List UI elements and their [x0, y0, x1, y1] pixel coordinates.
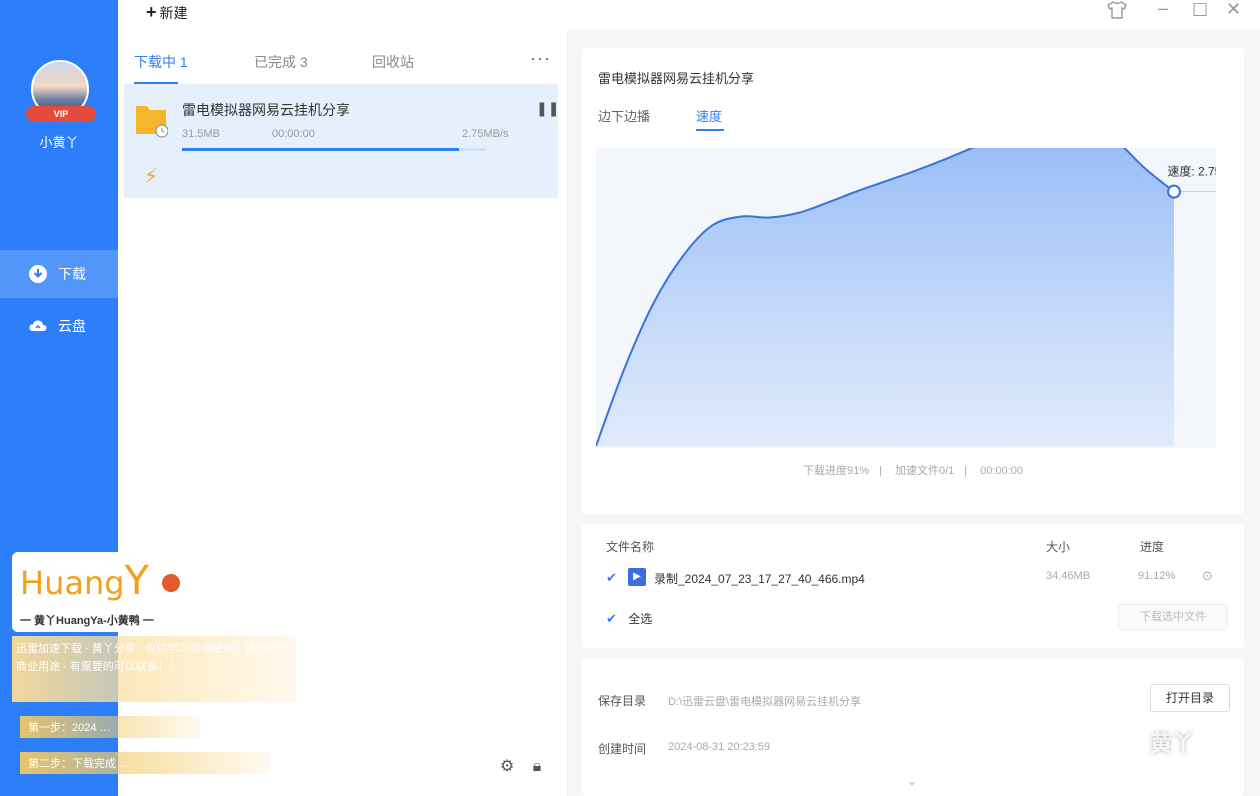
file-name: 录制_2024_07_23_17_27_40_466.mp4	[654, 572, 865, 586]
watermark-brand: HuangY	[20, 558, 149, 604]
task-progress-fill	[182, 148, 459, 151]
bolt-icon[interactable]: ⚡	[144, 164, 158, 189]
detail-panel: 雷电模拟器网易云挂机分享 边下边播 速度 速度: 2.75MB/s 下载进度91…	[568, 30, 1260, 796]
tab-completed[interactable]: 已完成 3	[254, 52, 308, 72]
chart-footer: 下载进度91% | 加速文件0/1 | 00:00:00	[803, 465, 1023, 477]
col-size: 大小	[1046, 540, 1071, 554]
cloud-icon	[29, 320, 47, 331]
file-list-card: 文件名称 大小 进度 ✔ ▶ 录制_2024_07_23_17_27_40_46…	[582, 524, 1244, 648]
speed-chart: 速度: 2.75MB/s	[596, 148, 1216, 448]
tab-speed[interactable]: 速度	[696, 106, 722, 125]
nav-download-label: 下载	[58, 266, 86, 282]
save-dir-label: 保存目录	[598, 694, 647, 708]
created-value: 2024-08-31 20:23:59	[668, 741, 771, 753]
task-downloaded: 31.5MB	[182, 128, 220, 140]
current-speed-label: 速度: 2.75MB/s	[1167, 164, 1216, 179]
detail-tab-underline	[696, 129, 724, 131]
footer-progress: 下载进度91%	[803, 465, 870, 477]
new-task-label: 新建	[159, 4, 188, 21]
lock-icon[interactable]: 🔒︎	[533, 758, 542, 775]
col-file-name: 文件名称	[606, 540, 655, 554]
open-dir-button[interactable]: 打开目录	[1150, 684, 1230, 712]
task-name: 雷电模拟器网易云挂机分享	[182, 102, 350, 118]
footer-accelerated: 加速文件0/1	[894, 465, 955, 477]
created-label: 创建时间	[598, 742, 647, 756]
tab-play-while-downloading[interactable]: 边下边播	[598, 106, 650, 125]
footer-time: 00:00:00	[980, 465, 1023, 477]
select-all-label: 全选	[628, 612, 653, 626]
file-status-icon[interactable]: ⊙	[1202, 568, 1213, 584]
download-selected-button[interactable]: 下载选中文件	[1118, 604, 1228, 630]
username[interactable]: 小黄丫	[0, 132, 118, 151]
skin-icon[interactable]	[1106, 0, 1128, 25]
pause-icon[interactable]: ❚❚	[536, 100, 559, 117]
speed-card: 雷电模拟器网易云挂机分享 边下边播 速度 速度: 2.75MB/s 下载进度91…	[582, 48, 1244, 514]
save-dir-value: D:\迅雷云盘\雷电模拟器网易云挂机分享	[668, 696, 862, 708]
corner-watermark: 黄丫	[1150, 731, 1195, 756]
folder-icon	[136, 106, 168, 138]
current-speed-point	[1167, 184, 1181, 199]
nav-cloud[interactable]: 云盘	[0, 302, 118, 350]
file-row[interactable]: ✔ ▶ 录制_2024_07_23_17_27_40_466.mp4 34.46…	[606, 568, 1226, 592]
chevron-down-icon[interactable]: ⌄	[907, 774, 917, 788]
task-speed: 2.75MB/s	[462, 128, 509, 140]
download-icon	[29, 265, 47, 283]
task-progress-bar	[182, 148, 486, 151]
watermark-line-2: 第二步：下载完成 …	[20, 752, 270, 774]
file-checkbox[interactable]: ✔	[606, 570, 617, 586]
col-progress: 进度	[1140, 540, 1165, 554]
select-all[interactable]: ✔ 全选	[606, 610, 652, 627]
nav-cloud-label: 云盘	[58, 318, 86, 334]
detail-title: 雷电模拟器网易云挂机分享	[598, 71, 755, 86]
plus-icon: +	[146, 2, 157, 22]
watermark-note: 迅雷加速下载 · 黄丫分享 · 仅供学习交流使用，请勿用于商业用途 · 有需要的…	[12, 636, 296, 702]
select-all-checkbox[interactable]: ✔	[606, 611, 617, 626]
watermark-line-1: 第一步：2024 …	[20, 716, 200, 738]
more-icon[interactable]: ···	[530, 48, 551, 69]
tab-downloading[interactable]: 下载中 1	[134, 52, 188, 72]
settings-icon[interactable]: ⚙	[500, 758, 514, 775]
task-tabs: 下载中 1 已完成 3 回收站 ···	[118, 48, 568, 88]
tab-recycle-bin[interactable]: 回收站	[372, 52, 414, 72]
new-task-button[interactable]: + 新建	[146, 2, 188, 23]
vip-badge: VIP	[26, 106, 96, 122]
maximize-icon[interactable]: ☐	[1192, 0, 1208, 21]
watermark-subtitle: 一 黄丫HuangYa-小黄鸭 一	[20, 615, 154, 627]
list-bottom-icons: ⚙ 🔒︎	[500, 756, 555, 776]
watermark-dot	[162, 574, 180, 592]
info-card: 保存目录 D:\迅雷云盘\雷电模拟器网易云挂机分享 打开目录 创建时间 2024…	[582, 658, 1244, 796]
minimize-icon[interactable]: –	[1158, 0, 1168, 19]
video-file-icon: ▶	[628, 568, 646, 586]
file-size: 34.46MB	[1046, 570, 1091, 582]
task-time-left: 00:00:00	[272, 128, 315, 140]
watermark-logo: HuangY 一 黄丫HuangYa-小黄鸭 一	[12, 552, 194, 632]
close-icon[interactable]: ✕	[1226, 0, 1241, 20]
file-progress: 91.12%	[1138, 570, 1176, 582]
nav-download[interactable]: 下载	[0, 250, 118, 298]
top-bar: + 新建 – ☐ ✕	[118, 0, 1260, 30]
task-item[interactable]: 雷电模拟器网易云挂机分享 31.5MB 00:00:00 2.75MB/s ❚❚…	[124, 84, 559, 198]
